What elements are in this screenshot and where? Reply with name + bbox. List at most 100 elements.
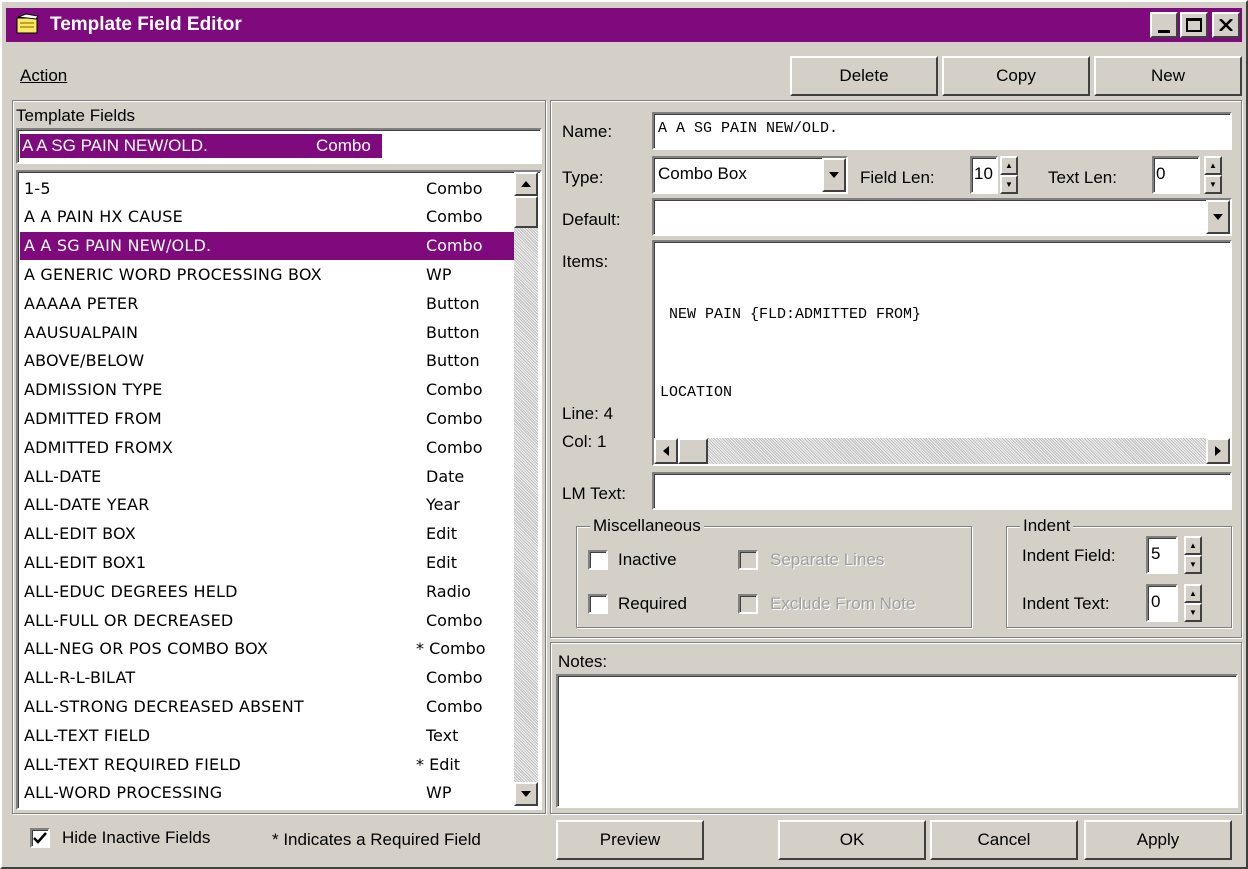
required-label[interactable]: Required [618,594,687,614]
list-item-type: Combo [426,408,483,428]
list-item[interactable]: ALL-TEXT FIELD Text [20,721,516,749]
list-item[interactable]: ALL-EDUC DEGREES HELD Radio [20,577,516,605]
separate-lines-label: Separate Lines [770,550,885,569]
title-bar[interactable]: Template Field Editor [6,8,1242,42]
hide-inactive-checkbox[interactable] [30,828,50,848]
template-field-search-input[interactable]: A A SG PAIN NEW/OLD. Combo [16,128,542,164]
required-checkbox[interactable] [588,594,608,614]
text-len-spinner[interactable]: ▲ ▼ [1204,156,1222,194]
spin-up-icon[interactable]: ▲ [1184,584,1202,603]
spin-up-icon[interactable]: ▲ [1184,536,1202,555]
search-selected-type: Combo [316,136,371,155]
name-label: Name: [562,122,613,141]
text-len-input[interactable]: 0 [1152,156,1200,194]
list-item-name: ADMITTED FROM [24,408,162,428]
exclude-from-note-label: Exclude From Note [770,594,916,613]
list-item[interactable]: A A SG PAIN NEW/OLD. Combo [20,231,516,260]
notes-label: Notes: [558,652,608,671]
list-item[interactable]: ADMITTED FROMX Combo [20,433,516,461]
list-item[interactable]: ALL-FULL OR DECREASED Combo [20,606,516,634]
inactive-checkbox[interactable] [588,550,608,570]
notes-textarea[interactable] [556,674,1238,808]
lm-text-input[interactable] [652,472,1232,510]
scroll-up-button[interactable] [514,172,538,196]
spin-up-icon[interactable]: ▲ [1000,156,1018,175]
list-item[interactable]: ALL-DATE Date [20,462,516,490]
indent-field-label: Indent Field: [1022,546,1116,565]
list-item[interactable]: ALL-TEXT REQUIRED FIELD * Edit [20,750,516,778]
indent-text-label: Indent Text: [1022,594,1110,613]
hide-inactive-label[interactable]: Hide Inactive Fields [62,828,210,848]
list-item-type: Combo [426,610,483,630]
spin-down-icon[interactable]: ▼ [1184,603,1202,622]
field-len-spinner[interactable]: ▲ ▼ [1000,156,1018,194]
cancel-button[interactable]: Cancel [930,820,1078,860]
spin-down-icon[interactable]: ▼ [1184,555,1202,574]
scroll-down-button[interactable] [514,782,538,806]
chevron-down-icon [829,172,839,178]
list-item-type: * Combo [416,639,486,659]
close-button[interactable] [1212,12,1240,38]
list-item[interactable]: ALL-WORD PROCESSING WP [20,779,516,806]
chevron-down-icon [1213,214,1223,220]
list-item[interactable]: ADMISSION TYPE Combo [20,376,516,404]
apply-button[interactable]: Apply [1084,820,1232,860]
items-hscrollbar[interactable] [654,438,1230,464]
list-item-type: Text [426,725,459,745]
indent-text-spinner[interactable]: ▲ ▼ [1184,584,1202,622]
list-scrollbar[interactable] [514,172,538,806]
indent-field-input[interactable]: 5 [1146,536,1178,574]
type-label: Type: [562,168,604,187]
spin-up-icon[interactable]: ▲ [1204,156,1222,175]
new-button[interactable]: New [1094,56,1242,96]
list-item[interactable]: ALL-EDIT BOX1 Edit [20,548,516,576]
items-textarea[interactable]: NEW PAIN {FLD:ADMITTED FROM} LOCATION CA… [652,240,1232,466]
name-input[interactable]: A A SG PAIN NEW/OLD. [652,112,1232,150]
list-item-type: Date [426,466,465,486]
scroll-thumb[interactable] [514,196,538,228]
default-select[interactable] [652,198,1232,236]
list-item[interactable]: ALL-NEG OR POS COMBO BOX * Combo [20,635,516,663]
list-item[interactable]: ALL-EDIT BOX Edit [20,520,516,548]
type-dropdown-button[interactable] [822,158,846,192]
hscroll-thumb[interactable] [678,438,708,464]
minimize-button[interactable] [1150,12,1178,38]
indent-field-spinner[interactable]: ▲ ▼ [1184,536,1202,574]
field-len-value: 10 [974,164,993,183]
list-item-name: ALL-DATE YEAR [24,495,150,515]
list-item[interactable]: AAAAA PETER Button [20,289,516,317]
spin-down-icon[interactable]: ▼ [1204,175,1222,194]
list-item[interactable]: AAUSUALPAIN Button [20,318,516,346]
menu-action[interactable]: Action [20,66,67,86]
maximize-button[interactable] [1180,12,1208,38]
ok-button[interactable]: OK [778,820,926,860]
inactive-label[interactable]: Inactive [618,550,677,570]
list-item-name: ABOVE/BELOW [24,351,145,371]
scroll-right-button[interactable] [1206,438,1230,464]
type-value: Combo Box [658,164,747,183]
list-item[interactable]: 1-5 Combo [20,174,516,202]
list-item[interactable]: ALL-DATE YEAR Year [20,491,516,519]
items-label: Items: [562,252,609,271]
list-item[interactable]: ALL-R-L-BILAT Combo [20,664,516,692]
list-item[interactable]: ABOVE/BELOW Button [20,347,516,375]
list-item[interactable]: ADMITTED FROM Combo [20,404,516,432]
preview-button[interactable]: Preview [556,820,704,860]
list-item-type: Combo [426,236,483,256]
indent-text-input[interactable]: 0 [1146,584,1178,622]
list-item-name: AAAAA PETER [24,293,139,313]
field-len-input[interactable]: 10 [970,156,998,194]
copy-button[interactable]: Copy [942,56,1090,96]
list-item[interactable]: ALL-STRONG DECREASED ABSENT Combo [20,692,516,720]
list-item[interactable]: A A PAIN HX CAUSE Combo [20,203,516,231]
miscellaneous-legend: Miscellaneous [590,516,704,536]
scroll-left-button[interactable] [654,438,678,464]
list-item[interactable]: A GENERIC WORD PROCESSING BOX WP [20,260,516,288]
field-len-label: Field Len: [860,168,935,187]
type-select[interactable]: Combo Box [652,156,848,194]
template-fields-list[interactable]: 1-5 Combo A A PAIN HX CAUSE Combo A A SG PAI… [16,170,542,810]
exclude-from-note-checkbox [738,594,758,614]
delete-button[interactable]: Delete [790,56,938,96]
default-dropdown-button[interactable] [1206,200,1230,234]
spin-down-icon[interactable]: ▼ [1000,175,1018,194]
